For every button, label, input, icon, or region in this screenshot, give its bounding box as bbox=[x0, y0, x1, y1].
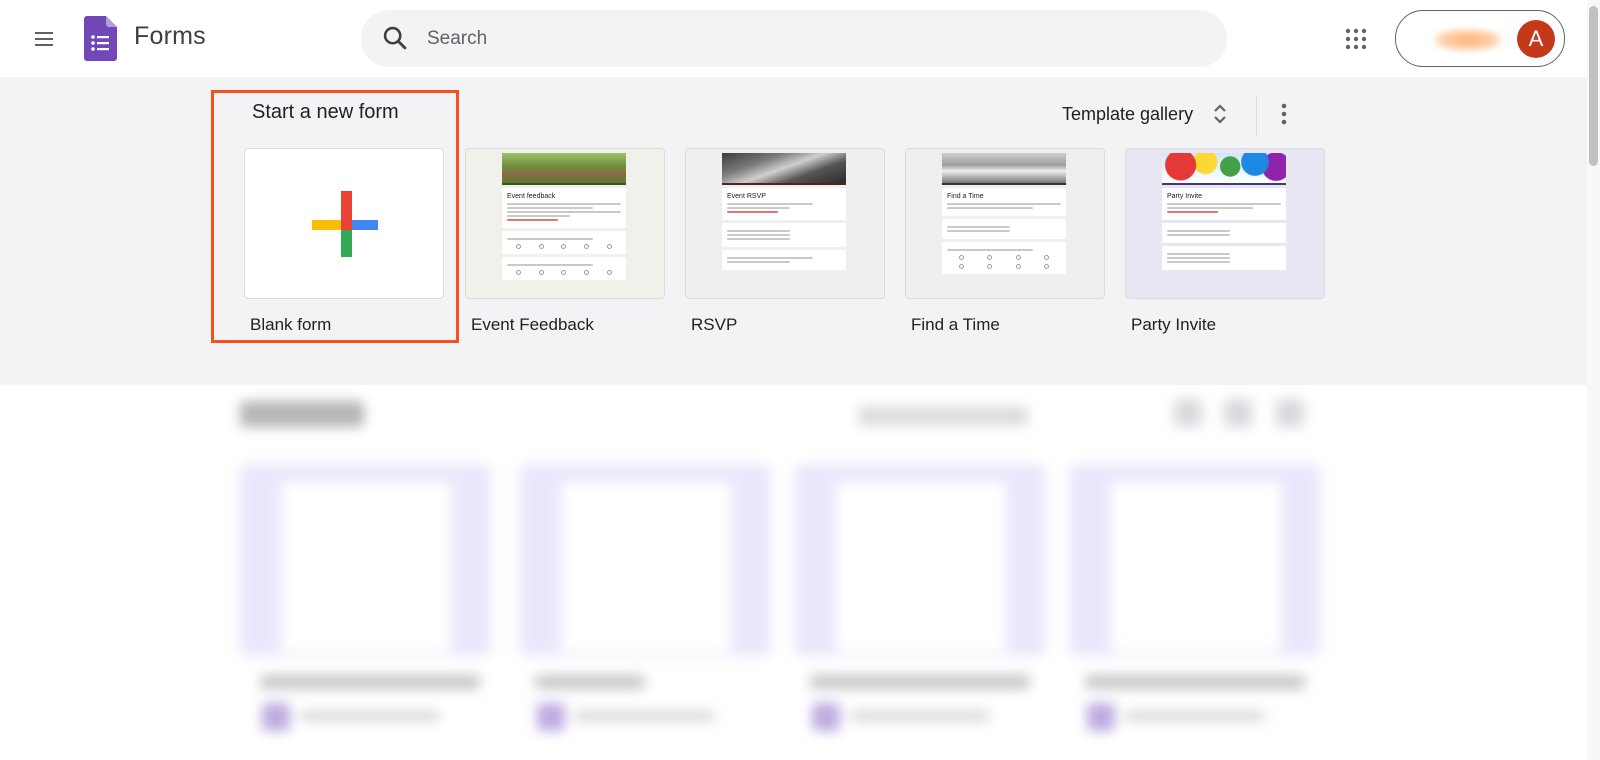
recent-form-title bbox=[535, 675, 645, 689]
recent-form-date bbox=[300, 711, 440, 721]
section-title: Start a new form bbox=[252, 101, 399, 123]
template-thumbnail: Event feedback bbox=[465, 148, 665, 299]
preview-card bbox=[502, 231, 626, 254]
template-preview: Find a Time bbox=[942, 153, 1066, 298]
template-banner-image bbox=[1162, 153, 1286, 185]
account-button[interactable]: A bbox=[1395, 10, 1565, 67]
recent-form-card[interactable] bbox=[240, 465, 490, 655]
forms-icon bbox=[812, 703, 840, 731]
recent-form-card[interactable] bbox=[795, 465, 1045, 655]
apps-grid-icon bbox=[1345, 28, 1367, 50]
more-options-button[interactable] bbox=[1268, 96, 1300, 132]
recent-form-date bbox=[850, 711, 990, 721]
template-gallery-label: Template gallery bbox=[1062, 103, 1194, 124]
forms-icon bbox=[262, 703, 290, 731]
template-label: Find a Time bbox=[911, 315, 1000, 334]
top-app-bar: Forms A bbox=[0, 0, 1565, 77]
template-thumbnail: Find a Time bbox=[905, 148, 1105, 299]
unfold-more-icon bbox=[1214, 104, 1226, 124]
search-bar[interactable] bbox=[361, 10, 1227, 67]
template-banner-image bbox=[502, 153, 626, 185]
scrollbar-thumb[interactable] bbox=[1589, 6, 1598, 166]
preview-title: Find a Time bbox=[947, 193, 984, 200]
template-party-invite[interactable]: Party Invite Party Invite bbox=[1125, 148, 1325, 335]
template-rsvp[interactable]: Event RSVP RSVP bbox=[685, 148, 885, 335]
preview-title: Party Invite bbox=[1167, 193, 1203, 200]
divider bbox=[1256, 96, 1257, 136]
template-label: Party Invite bbox=[1131, 315, 1217, 334]
preview-title: Event RSVP bbox=[727, 193, 766, 200]
template-preview: Party Invite bbox=[1162, 153, 1286, 298]
preview-card bbox=[942, 219, 1066, 239]
recent-form-card[interactable] bbox=[520, 465, 770, 655]
plus-icon bbox=[312, 191, 378, 257]
template-thumbnail bbox=[244, 148, 444, 299]
preview-card: Event RSVP bbox=[722, 188, 846, 220]
forms-icon bbox=[1087, 703, 1115, 731]
template-label: Blank form bbox=[250, 315, 332, 334]
preview-card: Find a Time bbox=[942, 188, 1066, 216]
recent-forms-heading bbox=[240, 401, 364, 427]
avatar: A bbox=[1517, 20, 1555, 58]
recent-form-title bbox=[810, 675, 1030, 689]
sort-icon[interactable] bbox=[1224, 399, 1252, 427]
google-forms-logo-icon[interactable] bbox=[84, 16, 117, 61]
recent-form-date bbox=[1125, 711, 1265, 721]
template-blank-form[interactable]: Blank form bbox=[244, 148, 444, 335]
preview-title: Event feedback bbox=[507, 193, 556, 200]
recent-form-date bbox=[575, 711, 715, 721]
more-vert-icon bbox=[1281, 103, 1287, 125]
page-scrollbar[interactable] bbox=[1587, 0, 1600, 760]
recent-forms-section bbox=[0, 385, 1550, 760]
search-icon[interactable] bbox=[381, 24, 409, 52]
preview-card bbox=[942, 242, 1066, 274]
folder-icon[interactable] bbox=[1276, 399, 1304, 427]
list-view-icon[interactable] bbox=[1174, 399, 1202, 427]
preview-card bbox=[1162, 246, 1286, 270]
organization-logo bbox=[1434, 29, 1502, 51]
hamburger-menu-icon bbox=[35, 32, 53, 46]
template-event-feedback[interactable]: Event feedback Event Feedback bbox=[465, 148, 665, 335]
preview-card: Party Invite bbox=[1162, 188, 1286, 220]
recent-form-title bbox=[1085, 675, 1305, 689]
template-preview: Event feedback bbox=[502, 153, 626, 298]
recent-form-card[interactable] bbox=[1070, 465, 1320, 655]
template-label: Event Feedback bbox=[471, 315, 594, 334]
template-banner-image bbox=[942, 153, 1066, 185]
preview-card bbox=[722, 223, 846, 247]
recent-form-title bbox=[260, 675, 480, 689]
forms-icon bbox=[537, 703, 565, 731]
search-input[interactable] bbox=[427, 10, 1207, 67]
template-banner-image bbox=[722, 153, 846, 185]
app-name: Forms bbox=[134, 22, 206, 50]
template-preview: Event RSVP bbox=[722, 153, 846, 298]
preview-card bbox=[722, 250, 846, 270]
template-thumbnail: Event RSVP bbox=[685, 148, 885, 299]
template-thumbnail: Party Invite bbox=[1125, 148, 1325, 299]
preview-card bbox=[1162, 223, 1286, 243]
preview-card: Event feedback bbox=[502, 188, 626, 228]
google-apps-button[interactable] bbox=[1336, 19, 1376, 59]
preview-card bbox=[502, 257, 626, 280]
main-menu-button[interactable] bbox=[24, 19, 64, 59]
template-label: RSVP bbox=[691, 315, 738, 334]
template-find-a-time[interactable]: Find a Time Find a Time bbox=[905, 148, 1105, 335]
template-gallery-button[interactable]: Template gallery bbox=[1062, 96, 1229, 132]
owner-filter-dropdown[interactable] bbox=[858, 407, 1028, 425]
